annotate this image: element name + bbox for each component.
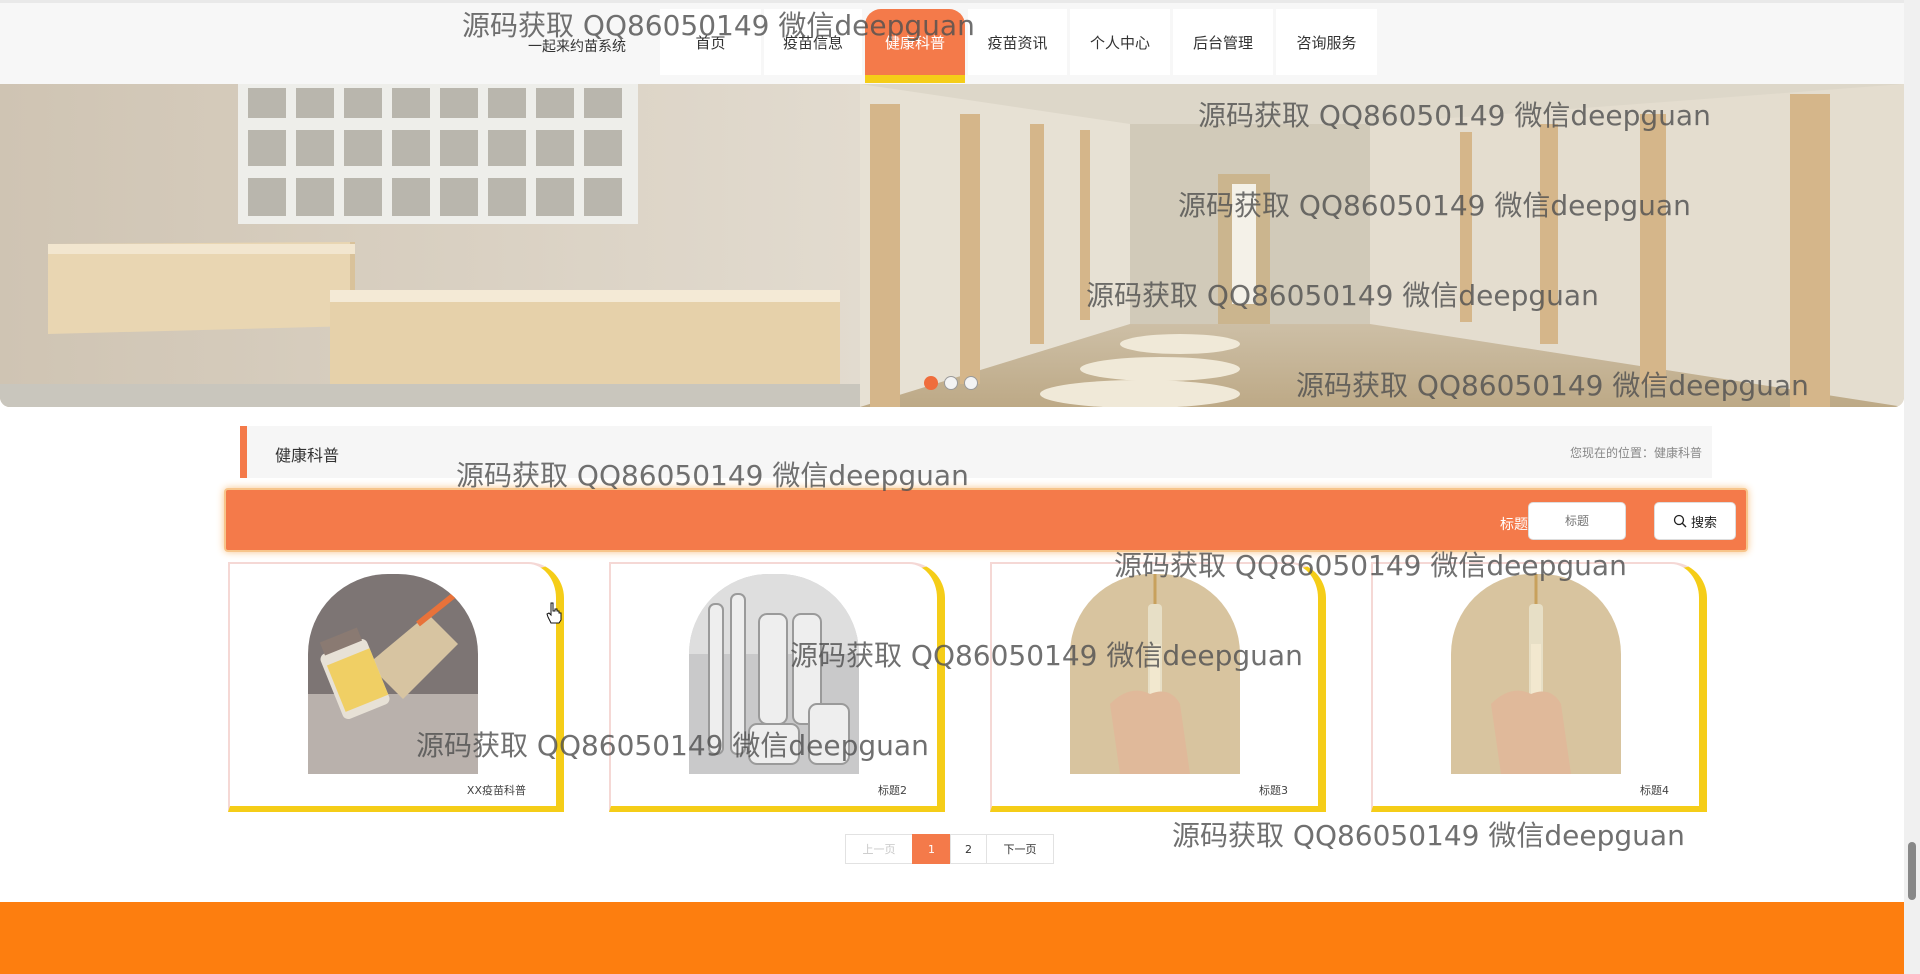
nav-consulting[interactable]: 咨询服务 xyxy=(1276,9,1377,75)
search-input[interactable] xyxy=(1528,502,1626,540)
carousel-dot-1[interactable] xyxy=(924,376,938,390)
site-brand[interactable]: 一起来约苗系统 xyxy=(528,36,626,56)
search-bar: 标题 搜索 xyxy=(224,488,1748,552)
carousel-dots xyxy=(924,376,978,390)
carousel-dot-2[interactable] xyxy=(944,376,958,390)
page-2-button[interactable]: 2 xyxy=(950,834,987,864)
article-card[interactable]: 标题2 xyxy=(609,562,945,812)
vaccine-ampoules-image xyxy=(689,574,859,774)
pagination: 上一页 1 2 下一页 xyxy=(845,834,1054,864)
banner-carousel[interactable] xyxy=(0,84,1904,407)
breadcrumb: 您现在的位置：健康科普 xyxy=(1569,446,1702,460)
nav-vaccine-info[interactable]: 疫苗信息 xyxy=(764,9,862,75)
article-card-title: 标题3 xyxy=(1259,784,1288,797)
next-page-button[interactable]: 下一页 xyxy=(986,834,1054,864)
nav-admin[interactable]: 后台管理 xyxy=(1173,9,1273,75)
article-card-title: 标题4 xyxy=(1640,784,1669,797)
page-scrollbar[interactable] xyxy=(1904,0,1920,974)
section-header: 健康科普 您现在的位置：健康科普 xyxy=(240,426,1712,478)
carousel-dot-3[interactable] xyxy=(964,376,978,390)
nav-vaccine-news[interactable]: 疫苗资讯 xyxy=(968,9,1067,75)
syringe-hand-image xyxy=(1451,574,1621,774)
watermark-text: 源码获取 QQ86050149 微信deepguan xyxy=(1172,819,1685,852)
search-button-label: 搜索 xyxy=(1690,515,1717,531)
nav-personal-center[interactable]: 个人中心 xyxy=(1070,9,1170,75)
prev-page-button[interactable]: 上一页 xyxy=(845,834,913,864)
page-1-button[interactable]: 1 xyxy=(912,834,951,864)
nav-menu: 首页 疫苗信息 健康科普 疫苗资讯 个人中心 后台管理 咨询服务 xyxy=(660,9,1377,83)
vaccine-vial-image xyxy=(308,574,478,774)
search-label: 标题 xyxy=(1500,517,1528,533)
article-card[interactable]: XX疫苗科普 xyxy=(228,562,564,812)
article-card[interactable]: 标题3 xyxy=(990,562,1326,812)
scrollbar-thumb[interactable] xyxy=(1908,842,1916,900)
section-title: 健康科普 xyxy=(275,446,340,465)
nav-health-science[interactable]: 健康科普 xyxy=(865,9,965,83)
search-icon xyxy=(1673,514,1687,528)
footer xyxy=(0,902,1904,974)
search-button[interactable]: 搜索 xyxy=(1654,502,1736,540)
hand-cursor-icon xyxy=(546,602,562,624)
syringe-hand-image xyxy=(1070,574,1240,774)
article-card[interactable]: 标题4 xyxy=(1371,562,1707,812)
nav-home[interactable]: 首页 xyxy=(660,9,761,75)
hospital-corridor-image xyxy=(0,84,1904,407)
article-card-title: 标题2 xyxy=(878,784,907,797)
top-nav: 一起来约苗系统 首页 疫苗信息 健康科普 疫苗资讯 个人中心 后台管理 咨询服务 xyxy=(0,0,1904,87)
article-card-title: XX疫苗科普 xyxy=(466,784,526,797)
